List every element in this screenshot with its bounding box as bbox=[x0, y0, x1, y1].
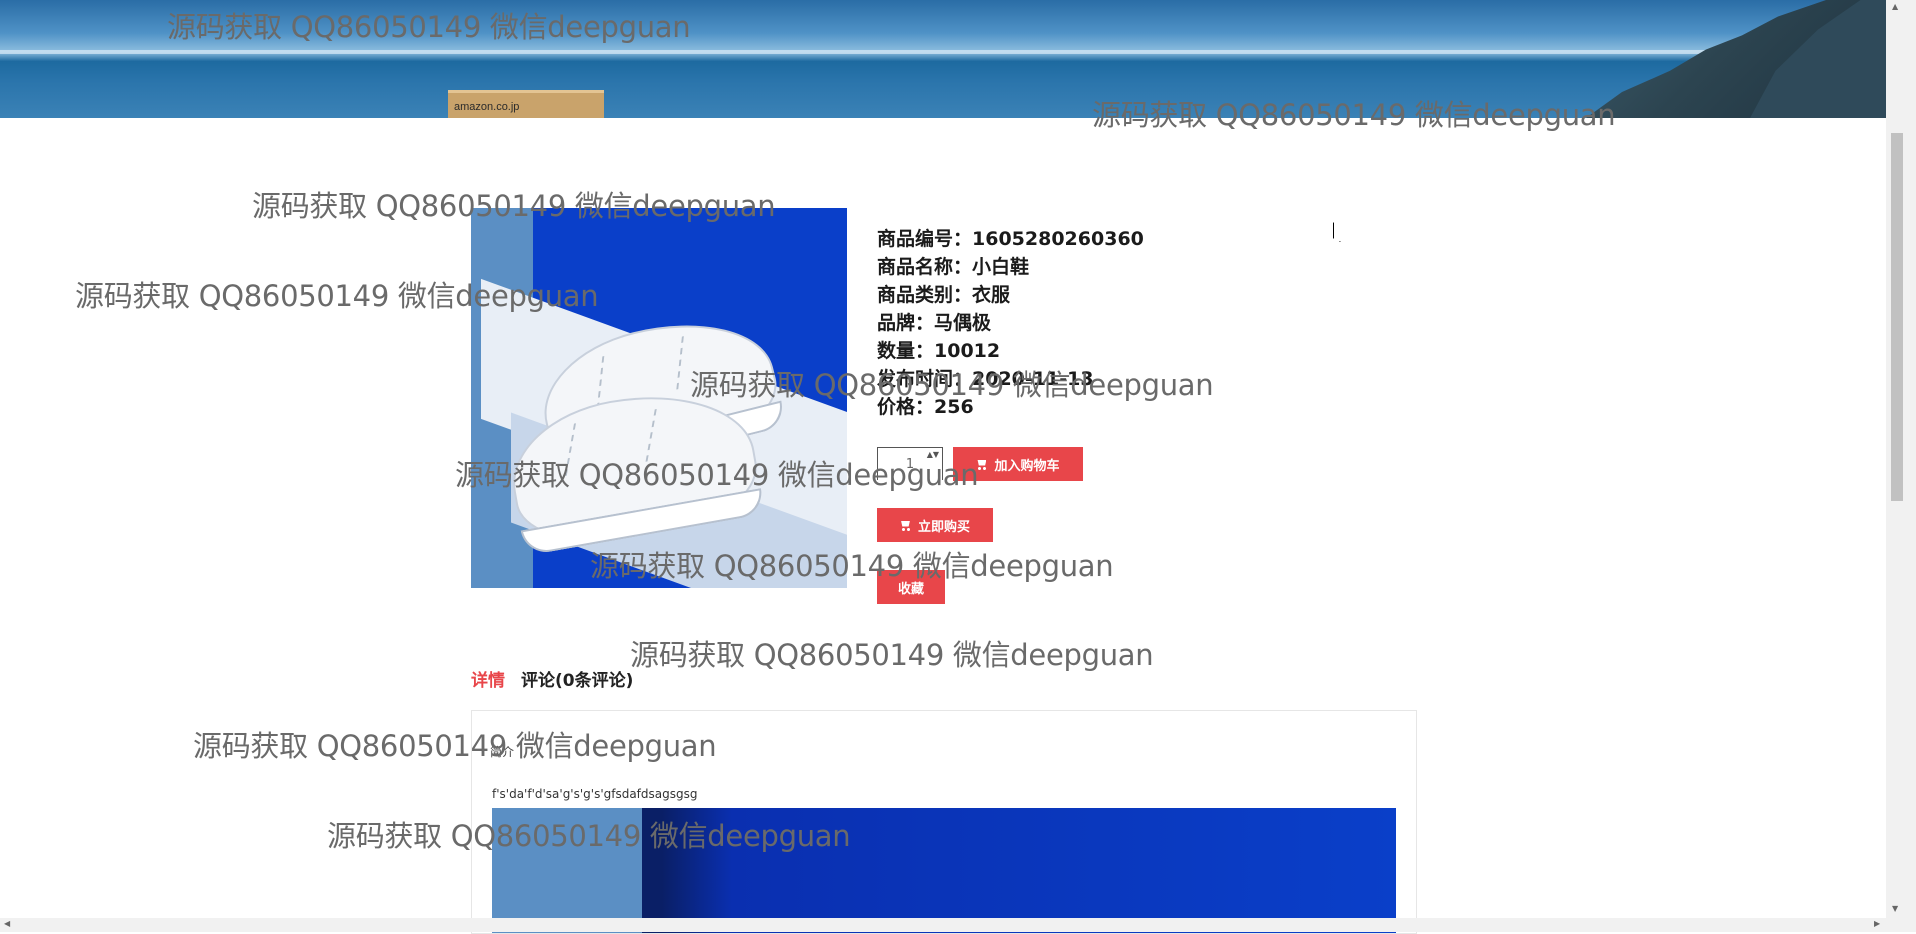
product-price: 价格：256 bbox=[877, 396, 974, 418]
quantity-spin-icon[interactable]: ▲▼ bbox=[927, 450, 939, 459]
scroll-down-icon[interactable]: ▼ bbox=[1892, 904, 1898, 913]
tab-comments[interactable]: 评论(0条评论) bbox=[521, 666, 633, 691]
banner-package-image: amazon.co.jp bbox=[448, 90, 604, 118]
vertical-scrollbar[interactable]: ▲ ▼ bbox=[1886, 0, 1916, 918]
product-info: 商品编号：1605280260360 商品名称：小白鞋 商品类别：衣服 品牌：马… bbox=[877, 225, 1144, 421]
favorite-label: 收藏 bbox=[897, 581, 924, 597]
detail-image bbox=[492, 808, 1396, 933]
favorite-button[interactable]: 收藏 bbox=[877, 570, 945, 604]
shoe-laces bbox=[564, 409, 657, 477]
mouse-cursor-icon bbox=[1333, 222, 1345, 242]
detail-tabs: 详情 评论(0条评论) bbox=[471, 666, 633, 691]
product-category: 商品类别：衣服 bbox=[877, 284, 1011, 306]
product-brand: 品牌：马偶极 bbox=[877, 312, 992, 334]
quantity-stepper[interactable]: 1 ▲▼ bbox=[877, 447, 943, 480]
cart-icon bbox=[900, 520, 912, 531]
watermark: 源码获取 QQ86050149 微信deepguan bbox=[630, 638, 1154, 672]
product-publish-date: 发布时间：2020-11-13 bbox=[877, 368, 1094, 390]
banner-horizon bbox=[0, 50, 1886, 54]
vertical-scrollbar-thumb[interactable] bbox=[1891, 133, 1903, 501]
detail-panel: 简介 f's'da'f'd'sa'g's'g's'gfsdafdsagsgsg bbox=[471, 710, 1417, 934]
header-banner: amazon.co.jp bbox=[0, 0, 1886, 118]
detail-label: 简介 bbox=[490, 745, 515, 759]
banner-package-label: amazon.co.jp bbox=[454, 101, 520, 113]
cart-icon bbox=[976, 459, 988, 470]
product-image bbox=[471, 208, 847, 588]
quantity-value: 1 bbox=[905, 457, 915, 472]
scroll-up-icon[interactable]: ▲ bbox=[1892, 2, 1898, 11]
product-name: 商品名称：小白鞋 bbox=[877, 256, 1030, 278]
scroll-left-icon[interactable]: ◀ bbox=[4, 919, 10, 928]
add-to-cart-button[interactable]: 加入购物车 bbox=[953, 447, 1083, 481]
buy-now-label: 立即购买 bbox=[917, 519, 970, 535]
detail-text: f's'da'f'd'sa'g's'g's'gfsdafdsagsgsg bbox=[492, 787, 698, 801]
add-to-cart-label: 加入购物车 bbox=[994, 458, 1060, 474]
product-code: 商品编号：1605280260360 bbox=[877, 228, 1144, 250]
horizontal-scrollbar[interactable]: ◀ ▶ bbox=[0, 918, 1916, 932]
scroll-right-icon[interactable]: ▶ bbox=[1874, 919, 1880, 928]
product-quantity: 数量：10012 bbox=[877, 340, 1001, 362]
buy-now-button[interactable]: 立即购买 bbox=[877, 508, 993, 542]
tab-details[interactable]: 详情 bbox=[471, 666, 505, 691]
